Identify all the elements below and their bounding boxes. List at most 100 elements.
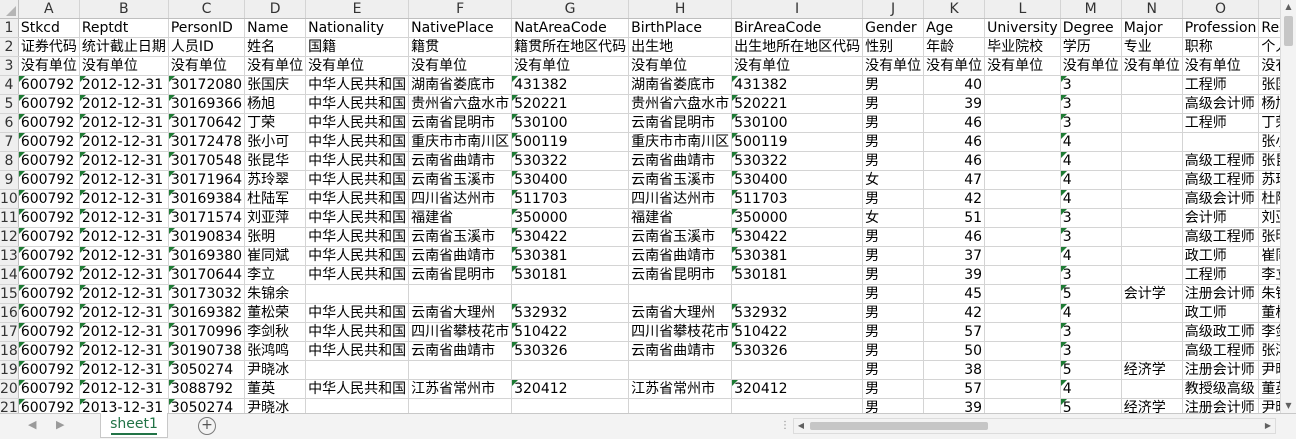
cell[interactable]: 没有单位 — [18, 56, 80, 76]
cell[interactable] — [511, 360, 630, 380]
cell[interactable]: 50 — [923, 341, 986, 361]
cell[interactable]: 男 — [862, 189, 925, 209]
cell[interactable]: 3088792 — [168, 379, 246, 399]
cell[interactable]: 5 — [1060, 284, 1122, 304]
row-header[interactable]: 3 — [0, 56, 19, 76]
cell[interactable]: 张国庆：男 — [1258, 75, 1280, 95]
cell[interactable]: 4 — [1060, 189, 1122, 209]
cell[interactable]: 人员ID — [168, 37, 246, 57]
cell[interactable]: 没有单位 — [168, 56, 246, 76]
cell[interactable]: 320412 — [731, 379, 864, 399]
cell[interactable]: 董松荣：男 — [1258, 303, 1280, 323]
cell[interactable] — [984, 75, 1061, 95]
cell[interactable]: 政工师 — [1182, 303, 1260, 323]
row-header[interactable]: 18 — [0, 341, 19, 361]
cell[interactable]: 没有单位 — [862, 56, 925, 76]
cell[interactable]: 重庆市市南川区 — [408, 132, 513, 152]
scroll-right-icon[interactable]: ▶ — [1261, 419, 1275, 433]
cell[interactable]: 男 — [862, 303, 925, 323]
cell[interactable]: 510422 — [731, 322, 864, 342]
cell[interactable]: 证券代码 — [18, 37, 80, 57]
cell[interactable]: 2012-12-31 — [79, 208, 169, 228]
row-header[interactable]: 6 — [0, 113, 19, 133]
cell[interactable] — [1121, 379, 1183, 399]
column-header-f[interactable]: F — [408, 0, 513, 19]
tab-sheet1[interactable]: sheet1 — [100, 413, 168, 438]
column-header-l[interactable]: L — [984, 0, 1061, 19]
cell[interactable]: 性别 — [862, 37, 925, 57]
cell[interactable] — [1121, 75, 1183, 95]
cell[interactable]: 600792 — [18, 379, 80, 399]
cell[interactable]: 张昆华 — [244, 151, 307, 171]
cell[interactable]: 42 — [923, 189, 986, 209]
cell[interactable]: 刘亚萍：女 — [1258, 208, 1280, 228]
cell[interactable]: 四川省达州市 — [408, 189, 513, 209]
cell[interactable]: 云南省昆明市 — [408, 113, 513, 133]
cell[interactable]: 张明：男， — [1258, 227, 1280, 247]
cell[interactable]: 600792 — [18, 189, 80, 209]
cell[interactable]: 2012-12-31 — [79, 170, 169, 190]
column-header-k[interactable]: K — [923, 0, 986, 19]
cell[interactable] — [305, 398, 410, 413]
cell[interactable]: 没有单位 — [79, 56, 169, 76]
cell[interactable]: 四川省达州市 — [628, 189, 733, 209]
cell[interactable] — [408, 398, 513, 413]
cell[interactable]: 532932 — [511, 303, 630, 323]
column-header-e[interactable]: E — [305, 0, 410, 19]
cell[interactable]: 云南省大理州 — [628, 303, 733, 323]
cell[interactable]: 没有单位 — [923, 56, 986, 76]
cell-table[interactable]: ABCDEFGHIJKLMNOPQR1StkcdReptdtPersonIDNa… — [0, 0, 1280, 413]
cell[interactable]: 云南省曲靖市 — [628, 246, 733, 266]
cell[interactable]: 530322 — [511, 151, 630, 171]
cell[interactable]: 30169366 — [168, 94, 246, 114]
cell[interactable]: 云南省昆明市 — [628, 265, 733, 285]
cell[interactable]: 30169380 — [168, 246, 246, 266]
cell[interactable] — [1121, 132, 1183, 152]
cell[interactable]: NativePlace — [408, 18, 513, 38]
cell[interactable] — [731, 360, 864, 380]
cell[interactable]: 500119 — [511, 132, 630, 152]
cell[interactable]: 朱锦余：男 — [1258, 284, 1280, 304]
cell[interactable]: 崔同斌：男 — [1258, 246, 1280, 266]
cell[interactable]: 男 — [862, 360, 925, 380]
cell[interactable]: 600792 — [18, 265, 80, 285]
cell[interactable]: 600792 — [18, 132, 80, 152]
cell[interactable] — [1121, 265, 1183, 285]
cell[interactable]: 苏玲翠 — [244, 170, 307, 190]
cell[interactable]: 37 — [923, 246, 986, 266]
cell[interactable] — [1121, 341, 1183, 361]
cell[interactable]: 中华人民共和国 — [305, 246, 410, 266]
column-header-a[interactable]: A — [18, 0, 80, 19]
cell[interactable]: 中华人民共和国 — [305, 94, 410, 114]
cell[interactable]: 30170642 — [168, 113, 246, 133]
cell[interactable]: 5 — [1060, 360, 1122, 380]
cell[interactable]: 李立 — [244, 265, 307, 285]
cell[interactable]: 30169384 — [168, 189, 246, 209]
cell[interactable]: 注册会计师 — [1182, 360, 1260, 380]
cell[interactable]: 没有单位 — [408, 56, 513, 76]
cell[interactable]: 350000 — [511, 208, 630, 228]
cell[interactable]: 42 — [923, 303, 986, 323]
cell[interactable]: 3 — [1060, 94, 1122, 114]
cell[interactable] — [984, 341, 1061, 361]
cell[interactable]: 高级会计师 — [1182, 94, 1260, 114]
next-sheet-icon[interactable]: ▶ — [56, 418, 64, 431]
column-header-p[interactable]: P — [1258, 0, 1280, 19]
cell[interactable]: 2012-12-31 — [79, 246, 169, 266]
cell[interactable]: 46 — [923, 227, 986, 247]
cell[interactable]: 经济学 — [1121, 360, 1183, 380]
cell[interactable]: 中华人民共和国 — [305, 113, 410, 133]
cell[interactable] — [628, 284, 733, 304]
cell[interactable]: 2012-12-31 — [79, 379, 169, 399]
column-header-n[interactable]: N — [1121, 0, 1183, 19]
cell[interactable]: 李立：男， — [1258, 265, 1280, 285]
cell[interactable]: 湖南省娄底市 — [408, 75, 513, 95]
cell[interactable]: 杜陆军：男 — [1258, 189, 1280, 209]
cell[interactable]: 2012-12-31 — [79, 75, 169, 95]
cell[interactable]: 431382 — [511, 75, 630, 95]
cell[interactable]: 中华人民共和国 — [305, 341, 410, 361]
cell[interactable] — [1121, 322, 1183, 342]
cell[interactable] — [1121, 94, 1183, 114]
cell[interactable]: 30169382 — [168, 303, 246, 323]
row-header[interactable]: 4 — [0, 75, 19, 95]
